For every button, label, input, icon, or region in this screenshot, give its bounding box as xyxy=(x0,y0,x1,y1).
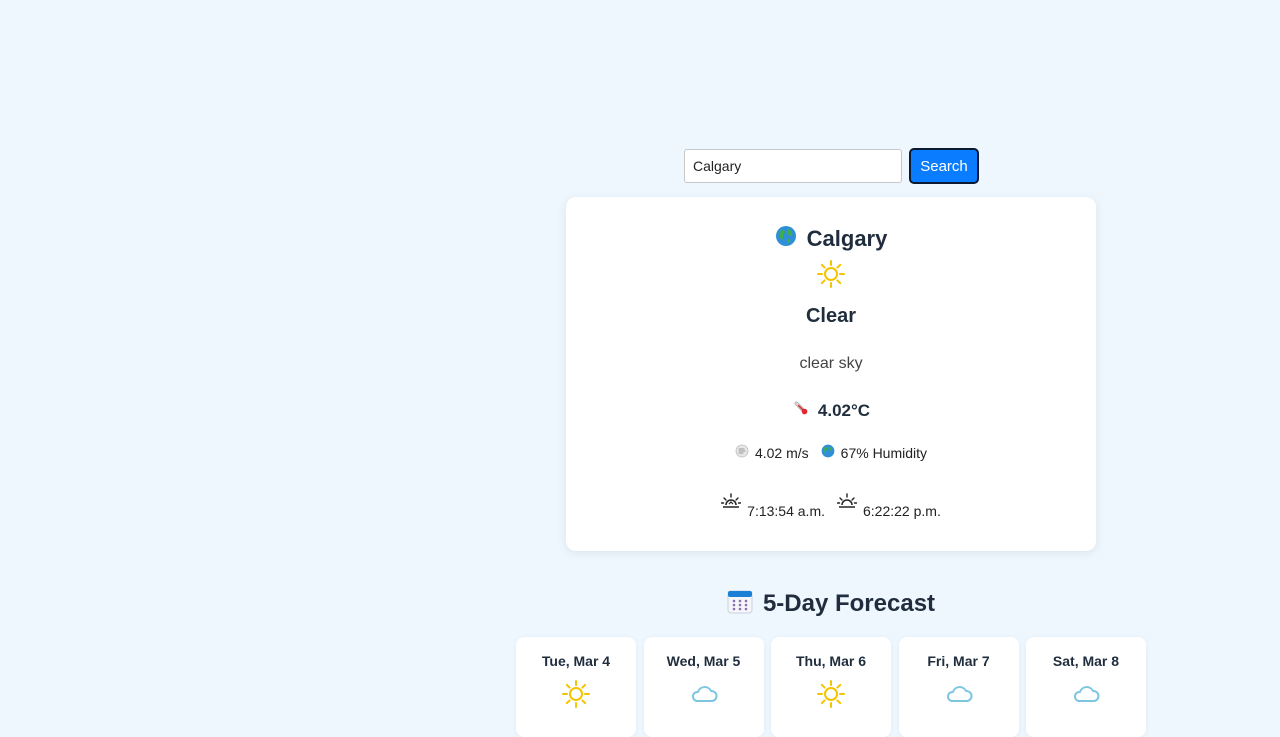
sunrise-item: 7:13:54 a.m. xyxy=(720,493,825,519)
current-weather-card: Calgary Clear clear sky 4.02°C 4.02 m/s … xyxy=(566,197,1096,551)
sun-icon xyxy=(566,259,1096,289)
temperature-value: 4.02°C xyxy=(817,400,871,420)
forecast-day-card: Wed, Mar 5 xyxy=(643,637,764,737)
cloud-icon xyxy=(899,679,1019,709)
forecast-list: Tue, Mar 4 Wed, Mar 5 Thu, Mar 6 Fri, Ma… xyxy=(516,637,1154,737)
sun-times-row: 7:13:54 a.m. 6:22:22 p.m. xyxy=(566,493,1096,519)
weather-description: clear sky xyxy=(799,355,863,372)
forecast-day-card: Tue, Mar 4 xyxy=(516,637,636,737)
stats-row: 4.02 m/s 67% Humidity xyxy=(566,444,1096,461)
forecast-day-label: Wed, Mar 5 xyxy=(666,653,741,669)
forecast-day-label: Thu, Mar 6 xyxy=(795,653,866,669)
sunrise-time: 7:13:54 a.m. xyxy=(747,503,825,519)
search-button[interactable]: Search xyxy=(909,148,979,184)
sun-icon xyxy=(771,679,891,709)
forecast-header: 5-Day Forecast xyxy=(0,588,1280,619)
thermometer-icon xyxy=(792,399,810,422)
globe-icon xyxy=(775,225,797,252)
calendar-icon xyxy=(727,588,753,619)
cloud-icon xyxy=(644,679,764,709)
temperature-row: 4.02°C xyxy=(566,399,1096,422)
city-search-input[interactable] xyxy=(684,149,902,183)
forecast-title: 5-Day Forecast xyxy=(762,589,936,617)
humidity-stat: 67% Humidity xyxy=(821,444,927,461)
sunset-icon xyxy=(836,493,858,514)
forecast-day-card: Sat, Mar 8 xyxy=(1026,637,1146,737)
sunrise-icon xyxy=(720,493,742,514)
wind-stat: 4.02 m/s xyxy=(735,444,809,461)
globe-icon xyxy=(821,444,835,461)
forecast-day-card: Fri, Mar 7 xyxy=(898,637,1019,737)
sun-icon xyxy=(516,679,636,709)
sunset-time: 6:22:22 p.m. xyxy=(863,503,941,519)
wind-speed: 4.02 m/s xyxy=(754,444,809,461)
wind-icon xyxy=(735,444,749,461)
search-bar: Search xyxy=(684,148,979,184)
forecast-day-label: Sat, Mar 8 xyxy=(1052,653,1120,669)
forecast-day-card: Thu, Mar 6 xyxy=(771,637,891,737)
city-header: Calgary xyxy=(566,225,1096,252)
humidity-value: 67% Humidity xyxy=(840,444,928,461)
city-name: Calgary xyxy=(806,225,888,251)
sunset-item: 6:22:22 p.m. xyxy=(836,493,941,519)
weather-condition: Clear xyxy=(805,305,857,327)
forecast-day-label: Tue, Mar 4 xyxy=(541,653,611,669)
forecast-day-label: Fri, Mar 7 xyxy=(927,653,990,669)
cloud-icon xyxy=(1026,679,1146,709)
